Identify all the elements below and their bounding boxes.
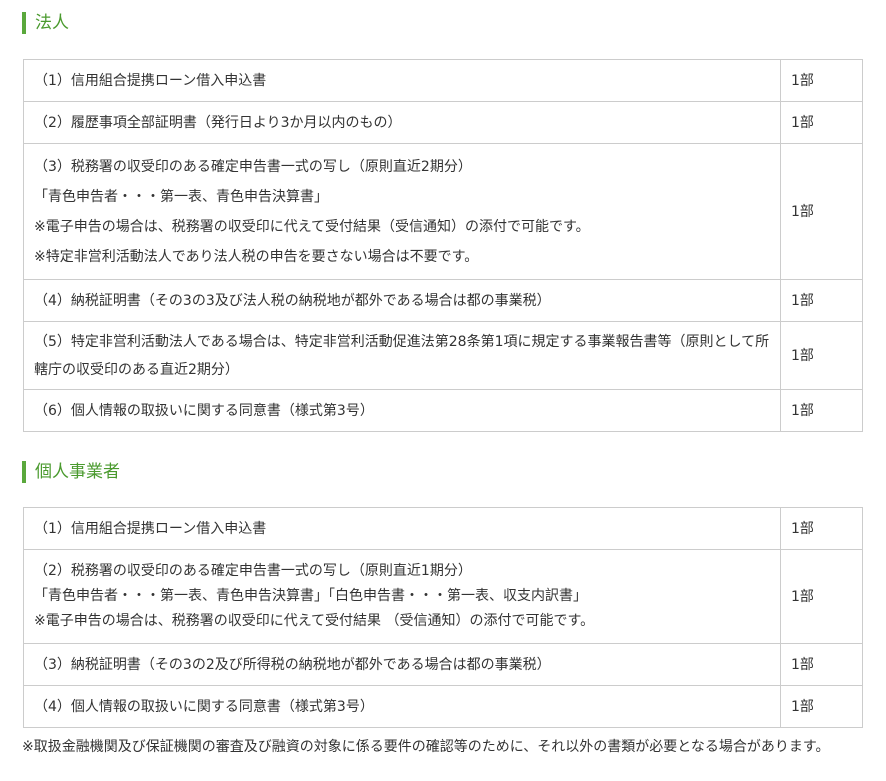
row-text: （6）個人情報の取扱いに関する同意書（様式第3号） [34, 402, 374, 419]
row-text: （4）納税証明書（その3の3及び法人税の納税地が都外である場合は都の事業税） [34, 292, 551, 309]
requirements-table-sole-proprietor: （1）信用組合提携ローン借入申込書 1部 （2）税務署の収受印のある確定申告書一… [23, 507, 863, 728]
row-text: （3）税務署の収受印のある確定申告書一式の写し（原則直近2期分） [34, 158, 472, 175]
row-text: （4）個人情報の取扱いに関する同意書（様式第3号） [34, 698, 374, 715]
table-row: （3）納税証明書（その3の2及び所得税の納税地が都外である場合は都の事業税） 1… [23, 643, 863, 686]
row-description: （4）個人情報の取扱いに関する同意書（様式第3号） [23, 685, 781, 728]
row-text: 「青色申告者・・・第一表、青色申告決算書」 [34, 188, 328, 205]
table-row: （2）税務署の収受印のある確定申告書一式の写し（原則直近1期分） 「青色申告者・… [23, 549, 863, 644]
row-description: （6）個人情報の取扱いに関する同意書（様式第3号） [23, 389, 781, 432]
row-text: （1）信用組合提携ローン借入申込書 [34, 520, 267, 537]
row-text: ※電子申告の場合は、税務署の収受印に代えて受付結果（受信通知）の添付で可能です。 [34, 218, 590, 235]
row-description: （3）納税証明書（その3の2及び所得税の納税地が都外である場合は都の事業税） [23, 643, 781, 686]
row-text: ※電子申告の場合は、税務署の収受印に代えて受付結果 （受信通知）の添付で可能です… [34, 613, 595, 629]
row-quantity: 1部 [780, 143, 863, 280]
table-row: （3）税務署の収受印のある確定申告書一式の写し（原則直近2期分） 「青色申告者・… [23, 143, 863, 280]
row-description: （4）納税証明書（その3の3及び法人税の納税地が都外である場合は都の事業税） [23, 279, 781, 322]
row-text: （5）特定非営利活動法人である場合は、特定非営利活動促進法第28条第1項に規定す… [34, 333, 770, 378]
row-description: （5）特定非営利活動法人である場合は、特定非営利活動促進法第28条第1項に規定す… [23, 321, 781, 390]
table-row: （4）納税証明書（その3の3及び法人税の納税地が都外である場合は都の事業税） 1… [23, 279, 863, 322]
row-text: （1）信用組合提携ローン借入申込書 [34, 72, 267, 89]
row-description: （1）信用組合提携ローン借入申込書 [23, 59, 781, 102]
section-heading-corporation: 法人 [22, 12, 69, 34]
section-heading-sole-proprietor: 個人事業者 [22, 461, 120, 483]
row-text: （3）納税証明書（その3の2及び所得税の納税地が都外である場合は都の事業税） [34, 656, 551, 673]
document-page: 法人 （1）信用組合提携ローン借入申込書 1部 （2）履歴事項全部証明書（発行日… [0, 0, 886, 781]
row-quantity: 1部 [780, 59, 863, 102]
footnote: ※取扱金融機関及び保証機関の審査及び融資の対象に係る要件の確認等のために、それ以… [22, 739, 830, 755]
table-row: （2）履歴事項全部証明書（発行日より3か月以内のもの） 1部 [23, 101, 863, 144]
row-quantity: 1部 [780, 321, 863, 390]
row-description: （2）履歴事項全部証明書（発行日より3か月以内のもの） [23, 101, 781, 144]
requirements-table-corporation: （1）信用組合提携ローン借入申込書 1部 （2）履歴事項全部証明書（発行日より3… [23, 59, 863, 432]
row-quantity: 1部 [780, 389, 863, 432]
row-quantity: 1部 [780, 685, 863, 728]
row-text: ※特定非営利活動法人であり法人税の申告を要さない場合は不要です。 [34, 248, 479, 265]
table-row: （5）特定非営利活動法人である場合は、特定非営利活動促進法第28条第1項に規定す… [23, 321, 863, 390]
table-row: （6）個人情報の取扱いに関する同意書（様式第3号） 1部 [23, 389, 863, 432]
row-text: 「青色申告者・・・第一表、青色申告決算書」「白色申告書・・・第一表、収支内訳書」 [34, 588, 587, 604]
table-row: （1）信用組合提携ローン借入申込書 1部 [23, 507, 863, 550]
row-text: （2）税務署の収受印のある確定申告書一式の写し（原則直近1期分） [34, 563, 472, 579]
row-quantity: 1部 [780, 507, 863, 550]
row-description: （2）税務署の収受印のある確定申告書一式の写し（原則直近1期分） 「青色申告者・… [23, 549, 781, 644]
row-quantity: 1部 [780, 549, 863, 644]
table-row: （4）個人情報の取扱いに関する同意書（様式第3号） 1部 [23, 685, 863, 728]
row-description: （3）税務署の収受印のある確定申告書一式の写し（原則直近2期分） 「青色申告者・… [23, 143, 781, 280]
row-quantity: 1部 [780, 279, 863, 322]
row-quantity: 1部 [780, 643, 863, 686]
table-row: （1）信用組合提携ローン借入申込書 1部 [23, 59, 863, 102]
row-description: （1）信用組合提携ローン借入申込書 [23, 507, 781, 550]
row-text: （2）履歴事項全部証明書（発行日より3か月以内のもの） [34, 114, 402, 131]
row-quantity: 1部 [780, 101, 863, 144]
